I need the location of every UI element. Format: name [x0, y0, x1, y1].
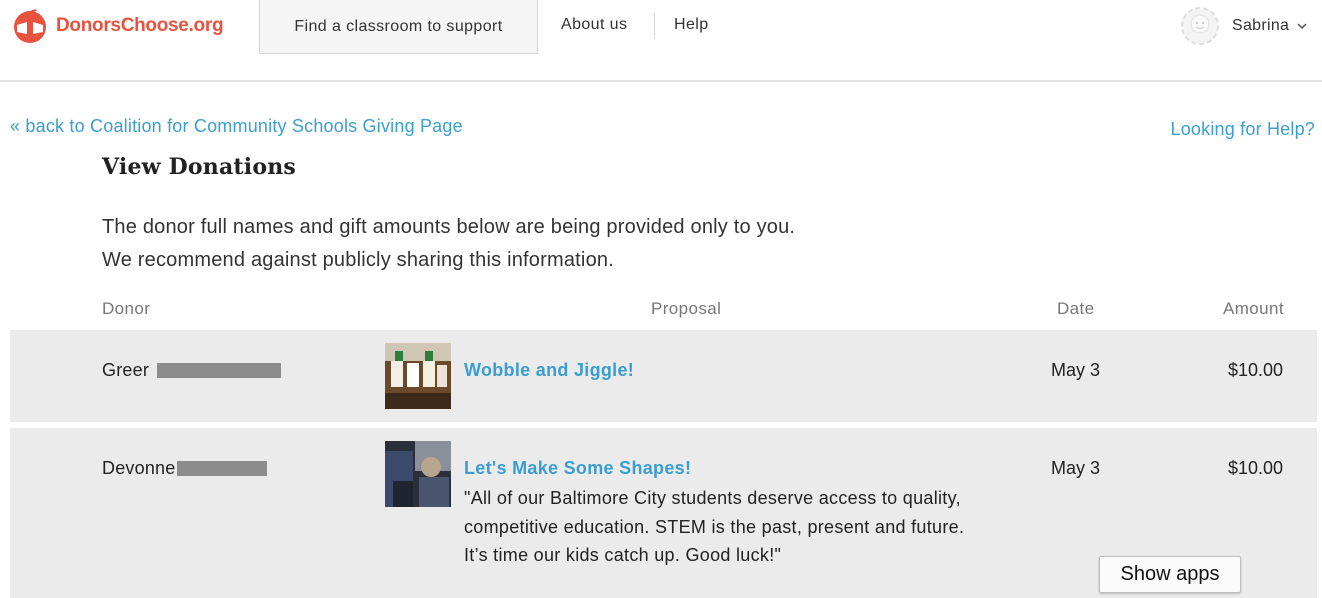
chevron-down-icon [1297, 22, 1307, 29]
looking-for-help-link[interactable]: Looking for Help? [1171, 119, 1316, 140]
find-classroom-button[interactable]: Find a classroom to support [259, 0, 538, 54]
notice-line-1: The donor full names and gift amounts be… [102, 216, 796, 238]
redacted-last-name [177, 461, 268, 476]
donation-amount: $10.00 [1227, 360, 1283, 380]
back-to-giving-page-link[interactable]: « back to Coalition for Community School… [10, 116, 463, 137]
site-header: DonorsChoose.org Find a classroom to sup… [0, 0, 1322, 82]
donor-first-name: Greer [102, 360, 150, 380]
column-header-date: Date [1057, 299, 1095, 318]
column-header-donor: Donor [102, 299, 151, 318]
nav-divider [654, 13, 655, 39]
page-title: View Donations [102, 154, 297, 180]
column-header-proposal: Proposal [651, 299, 722, 318]
donation-date: May 3 [1051, 458, 1101, 478]
show-apps-button[interactable]: Show apps [1099, 556, 1241, 593]
user-name: Sabrina [1232, 17, 1290, 34]
logo-link[interactable]: DonorsChoose.org [10, 8, 224, 44]
avatar-icon [1181, 7, 1219, 45]
proposal-thumbnail[interactable] [385, 343, 451, 409]
nav-about-us[interactable]: About us [561, 16, 627, 34]
nav-help[interactable]: Help [674, 16, 709, 34]
donor-name: Greer [102, 360, 282, 381]
donor-message: "All of our Baltimore City students dese… [464, 488, 965, 565]
donor-first-name: Devonne [102, 458, 176, 478]
proposal-title-link[interactable]: Wobble and Jiggle! [464, 360, 634, 381]
redacted-last-name [157, 363, 282, 378]
donor-name: Devonne [102, 458, 268, 479]
logo-text: DonorsChoose.org [56, 15, 224, 36]
notice-line-2: We recommend against publicly sharing th… [102, 249, 614, 271]
privacy-notice: The donor full names and gift amounts be… [102, 211, 795, 277]
donation-date: May 3 [1051, 360, 1101, 380]
table-row: Greer Wobble and Jiggle! May 3 $10.00 [10, 330, 1317, 422]
user-menu[interactable]: Sabrina [1180, 6, 1307, 46]
proposal-thumbnail[interactable] [385, 441, 451, 507]
proposal-title-link[interactable]: Let's Make Some Shapes! [464, 458, 691, 479]
donation-amount: $10.00 [1227, 458, 1283, 478]
column-header-amount: Amount [1223, 299, 1284, 318]
donorschoose-logo-icon [14, 9, 46, 43]
